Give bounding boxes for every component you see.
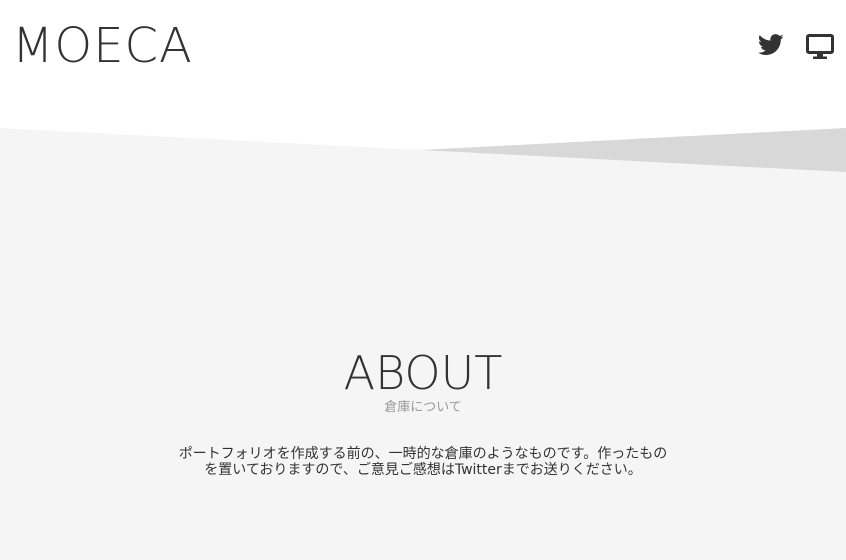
header-icons <box>758 34 834 60</box>
about-subtitle: 倉庫について <box>384 400 462 415</box>
about-section: ABOUT 倉庫について ポートフォリオを作成する前の、一時的な倉庫のようなもの… <box>0 344 846 478</box>
about-description: ポートフォリオを作成する前の、一時的な倉庫のようなものです。作ったものを置いてお… <box>178 446 668 478</box>
site-logo[interactable]: MOECA <box>12 18 193 74</box>
twitter-icon <box>758 34 784 55</box>
monitor-icon <box>806 34 834 59</box>
twitter-link[interactable] <box>758 34 786 60</box>
website-link[interactable] <box>806 34 834 60</box>
site-header: MOECA <box>0 0 846 130</box>
about-title: ABOUT <box>343 346 503 400</box>
